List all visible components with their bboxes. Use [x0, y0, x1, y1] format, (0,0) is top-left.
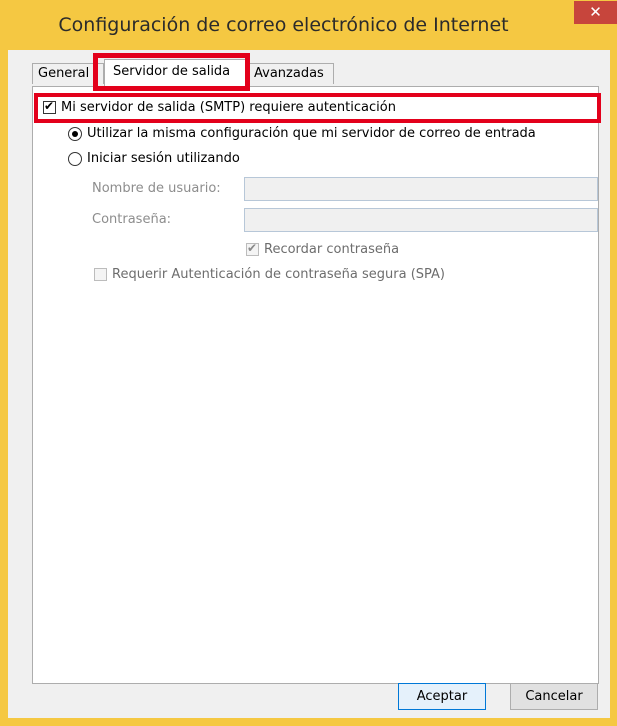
remember-password-label: Recordar contraseña [264, 242, 400, 257]
login-using-radio[interactable] [68, 151, 82, 166]
username-label: Nombre de usuario: [92, 181, 221, 196]
tab-panel-outgoing [32, 86, 599, 684]
remember-password-checkbox[interactable] [246, 241, 259, 256]
remember-password-row[interactable]: Recordar contraseña [246, 241, 400, 257]
spa-label: Requerir Autenticación de contraseña seg… [112, 267, 445, 282]
close-icon: ✕ [589, 3, 602, 21]
same-config-radio[interactable] [68, 126, 82, 141]
title-bar[interactable]: Configuración de correo electrónico de I… [0, 0, 617, 50]
login-using-label: Iniciar sesión utilizando [87, 151, 240, 166]
password-label: Contraseña: [92, 212, 172, 227]
smtp-auth-highlight-box [34, 93, 601, 123]
same-config-label: Utilizar la misma configuración que mi s… [87, 126, 536, 141]
same-config-row[interactable]: Utilizar la misma configuración que mi s… [68, 126, 536, 141]
username-input[interactable] [244, 177, 598, 201]
dialog-window: Configuración de correo electrónico de I… [0, 0, 617, 726]
tab-general-label: General [38, 66, 90, 81]
window-title: Configuración de correo electrónico de I… [58, 14, 509, 36]
cancel-button[interactable]: Cancelar [510, 683, 598, 710]
spa-checkbox[interactable] [94, 268, 107, 281]
dialog-client-area: General Servidor de salida Avanzadas Mi … [8, 50, 610, 718]
password-input[interactable] [244, 208, 598, 232]
spa-row[interactable]: Requerir Autenticación de contraseña seg… [94, 267, 445, 282]
ok-button[interactable]: Aceptar [398, 683, 486, 710]
tab-advanced-label: Avanzadas [254, 66, 324, 81]
tab-highlight-box [93, 53, 250, 91]
close-button[interactable]: ✕ [574, 1, 617, 24]
login-using-row[interactable]: Iniciar sesión utilizando [68, 151, 240, 166]
tab-advanced[interactable]: Avanzadas [248, 63, 334, 84]
